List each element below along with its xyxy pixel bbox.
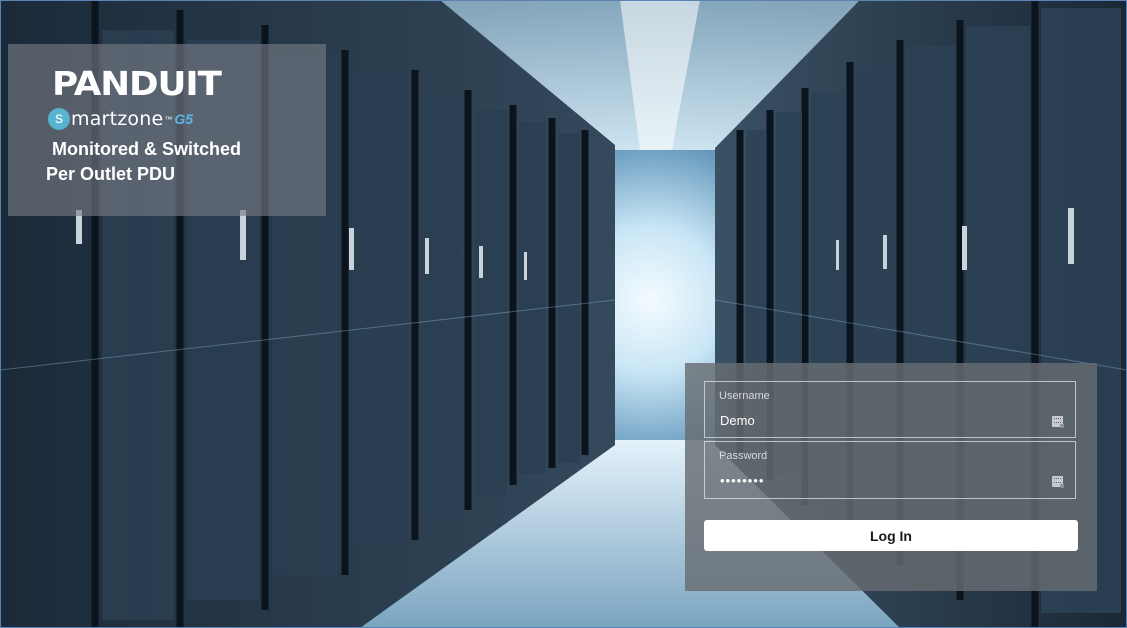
login-page: PANDUIT s martzone ™ G5 Monitored & Swit… — [0, 0, 1127, 628]
password-label: Password — [719, 450, 768, 462]
username-input[interactable] — [716, 408, 1044, 432]
panduit-logo: PANDUIT — [52, 64, 222, 103]
trademark-symbol: ™ — [164, 114, 173, 124]
generation-label: G5 — [174, 111, 194, 127]
smartzone-s-badge: s — [48, 108, 70, 130]
password-field: Password — [704, 441, 1076, 499]
smartzone-wordmark: martzone — [71, 108, 164, 130]
log-in-button[interactable]: Log In — [704, 520, 1078, 551]
username-field: Username — [704, 381, 1076, 438]
username-label: Username — [719, 390, 770, 402]
product-subtitle-line1: Monitored & Switched — [52, 139, 241, 159]
login-form: Username Password Log In — [685, 363, 1097, 591]
brand-panel: PANDUIT s martzone ™ G5 Monitored & Swit… — [8, 44, 326, 216]
password-input[interactable] — [716, 468, 1044, 492]
keyboard-key-icon — [1052, 416, 1064, 428]
keyboard-key-icon — [1052, 476, 1064, 488]
product-subtitle-line2: Per Outlet PDU — [46, 164, 176, 184]
smartzone-logo: s martzone ™ G5 — [48, 106, 193, 132]
